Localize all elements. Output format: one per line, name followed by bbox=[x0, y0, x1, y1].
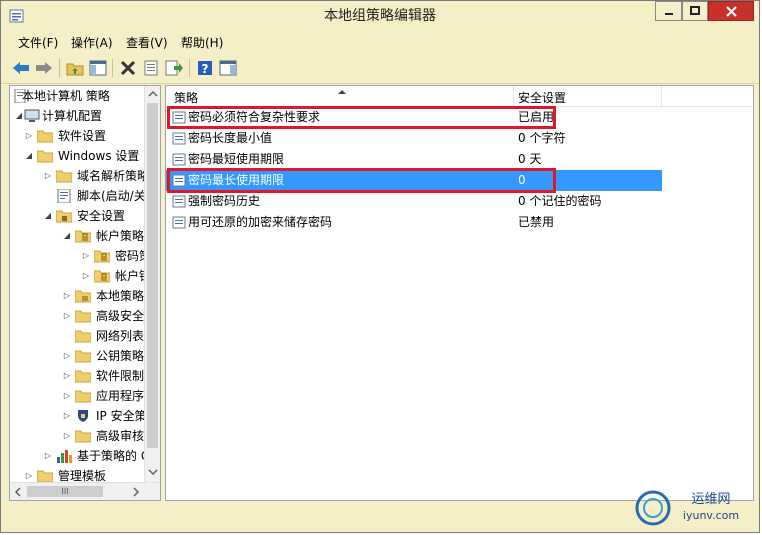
collapse-arrow-icon[interactable]: ◢ bbox=[14, 106, 24, 126]
scroll-up-arrow-icon[interactable] bbox=[145, 86, 161, 102]
expand-arrow-icon[interactable]: ▷ bbox=[24, 126, 34, 146]
bar-chart-icon bbox=[57, 450, 72, 463]
menu-help[interactable]: 帮助(H) bbox=[181, 34, 223, 51]
script-icon bbox=[57, 189, 71, 203]
computer-icon bbox=[24, 109, 40, 122]
minimize-button[interactable] bbox=[655, 1, 682, 21]
tree-hscroll-thumb[interactable]: III bbox=[27, 486, 103, 497]
policy-item-icon bbox=[172, 216, 186, 229]
menu-bar: 文件(F) 操作(A) 查看(V) 帮助(H) bbox=[1, 31, 759, 53]
window-title: 本地组策略编辑器 bbox=[324, 8, 436, 24]
title-bar: 本地组策略编辑器 bbox=[1, 1, 759, 31]
close-button[interactable] bbox=[708, 1, 754, 21]
locked-folder-icon bbox=[94, 270, 110, 283]
column-header: 策略 安全设置 bbox=[166, 86, 753, 107]
policy-item-icon bbox=[172, 153, 186, 166]
expand-arrow-icon[interactable]: ▷ bbox=[62, 306, 72, 326]
expand-arrow-icon[interactable]: ▷ bbox=[62, 346, 72, 366]
show-hide-console-tree-button[interactable] bbox=[88, 58, 108, 78]
expand-arrow-icon[interactable]: ▷ bbox=[43, 446, 53, 466]
column-policy[interactable]: 策略 bbox=[174, 89, 198, 106]
properties-icon bbox=[144, 60, 158, 76]
back-button[interactable] bbox=[11, 58, 31, 78]
minimize-icon bbox=[664, 13, 673, 15]
expand-arrow-icon[interactable]: ▷ bbox=[81, 246, 91, 266]
app-window: 本地组策略编辑器 文件(F) 操作(A) 查看(V) 帮助(H) ? 本地计算机… bbox=[0, 0, 760, 533]
menu-file[interactable]: 文件(F) bbox=[18, 34, 58, 51]
folder-icon bbox=[37, 130, 53, 143]
tree-horizontal-scrollbar[interactable]: III bbox=[10, 482, 160, 501]
menu-view[interactable]: 查看(V) bbox=[126, 34, 168, 51]
help-icon: ? bbox=[198, 61, 212, 76]
console-tree[interactable]: 本地计算机 策略 ◢ 计算机配置 ▷ 软件设置 ◢ Windows 设置 ▷ 域… bbox=[9, 85, 161, 501]
locked-folder-icon bbox=[75, 290, 91, 303]
locked-folder-icon bbox=[94, 250, 110, 263]
watermark-text-1: 运维网 bbox=[691, 492, 730, 507]
expand-arrow-icon[interactable]: ▷ bbox=[43, 166, 53, 186]
locked-folder-icon bbox=[75, 230, 91, 243]
collapse-arrow-icon[interactable]: ◢ bbox=[43, 206, 53, 226]
back-arrow-icon bbox=[13, 62, 29, 74]
toolbar: ? bbox=[1, 53, 759, 84]
menu-action[interactable]: 操作(A) bbox=[71, 34, 113, 51]
action-pane-icon bbox=[219, 60, 237, 76]
collapse-arrow-icon[interactable]: ◢ bbox=[62, 226, 72, 246]
help-button[interactable]: ? bbox=[195, 58, 215, 78]
export-list-icon bbox=[165, 60, 183, 76]
expand-arrow-icon[interactable]: ▷ bbox=[62, 426, 72, 446]
folder-icon bbox=[75, 330, 91, 343]
delete-button[interactable] bbox=[118, 58, 138, 78]
folder-icon bbox=[37, 470, 53, 483]
up-one-level-button[interactable] bbox=[65, 58, 85, 78]
export-list-button[interactable] bbox=[164, 58, 184, 78]
tree-vscroll-thumb[interactable] bbox=[147, 103, 158, 448]
policy-row[interactable]: 用可还原的加密来储存密码 已禁用 bbox=[166, 212, 753, 233]
collapse-arrow-icon[interactable]: ◢ bbox=[24, 146, 34, 166]
security-folder-icon bbox=[56, 210, 72, 223]
tree-vertical-scrollbar[interactable] bbox=[144, 86, 161, 482]
folder-icon bbox=[56, 170, 72, 183]
policy-list[interactable]: 策略 安全设置 密码必须符合复杂性要求 已启用 密码长度最小值 0 个字符 密码… bbox=[165, 85, 754, 501]
annotation-red-box bbox=[167, 168, 556, 193]
scroll-down-arrow-icon[interactable] bbox=[145, 464, 161, 480]
close-icon bbox=[725, 5, 737, 17]
expand-arrow-icon[interactable]: ▷ bbox=[62, 386, 72, 406]
show-action-pane-button[interactable] bbox=[218, 58, 238, 78]
expand-arrow-icon[interactable]: ▷ bbox=[62, 366, 72, 386]
expand-arrow-icon[interactable]: ▷ bbox=[62, 406, 72, 426]
delete-x-icon bbox=[120, 60, 136, 76]
scroll-left-arrow-icon[interactable] bbox=[10, 483, 26, 501]
maximize-icon bbox=[690, 6, 700, 15]
watermark-logo: 运维网 iyunv.com bbox=[635, 490, 739, 526]
folder-up-icon bbox=[66, 63, 84, 76]
folder-icon bbox=[37, 150, 53, 163]
expand-arrow-icon[interactable]: ▷ bbox=[62, 286, 72, 306]
svg-text:?: ? bbox=[202, 62, 209, 76]
console-tree-icon bbox=[89, 60, 107, 76]
forward-arrow-icon bbox=[36, 62, 52, 74]
annotation-red-box bbox=[167, 106, 556, 129]
forward-button[interactable] bbox=[34, 58, 54, 78]
policy-item-icon bbox=[172, 195, 186, 208]
policy-item-icon bbox=[172, 132, 186, 145]
expand-arrow-icon[interactable]: ▷ bbox=[81, 266, 91, 286]
column-security-setting[interactable]: 安全设置 bbox=[518, 89, 566, 106]
folder-icon bbox=[75, 390, 91, 403]
policy-row[interactable]: 密码长度最小值 0 个字符 bbox=[166, 128, 753, 149]
maximize-button[interactable] bbox=[682, 1, 708, 21]
properties-button[interactable] bbox=[141, 58, 161, 78]
watermark-text-2: iyunv.com bbox=[683, 509, 739, 522]
policy-row[interactable]: 强制密码历史 0 个记住的密码 bbox=[166, 191, 753, 212]
folder-icon bbox=[75, 350, 91, 363]
folder-icon bbox=[75, 370, 91, 383]
ip-security-icon bbox=[78, 410, 88, 422]
scroll-right-arrow-icon[interactable] bbox=[128, 483, 144, 501]
policy-row[interactable]: 密码最短使用期限 0 天 bbox=[166, 149, 753, 170]
sort-ascending-icon bbox=[338, 90, 346, 94]
folder-icon bbox=[75, 310, 91, 323]
folder-icon bbox=[75, 430, 91, 443]
